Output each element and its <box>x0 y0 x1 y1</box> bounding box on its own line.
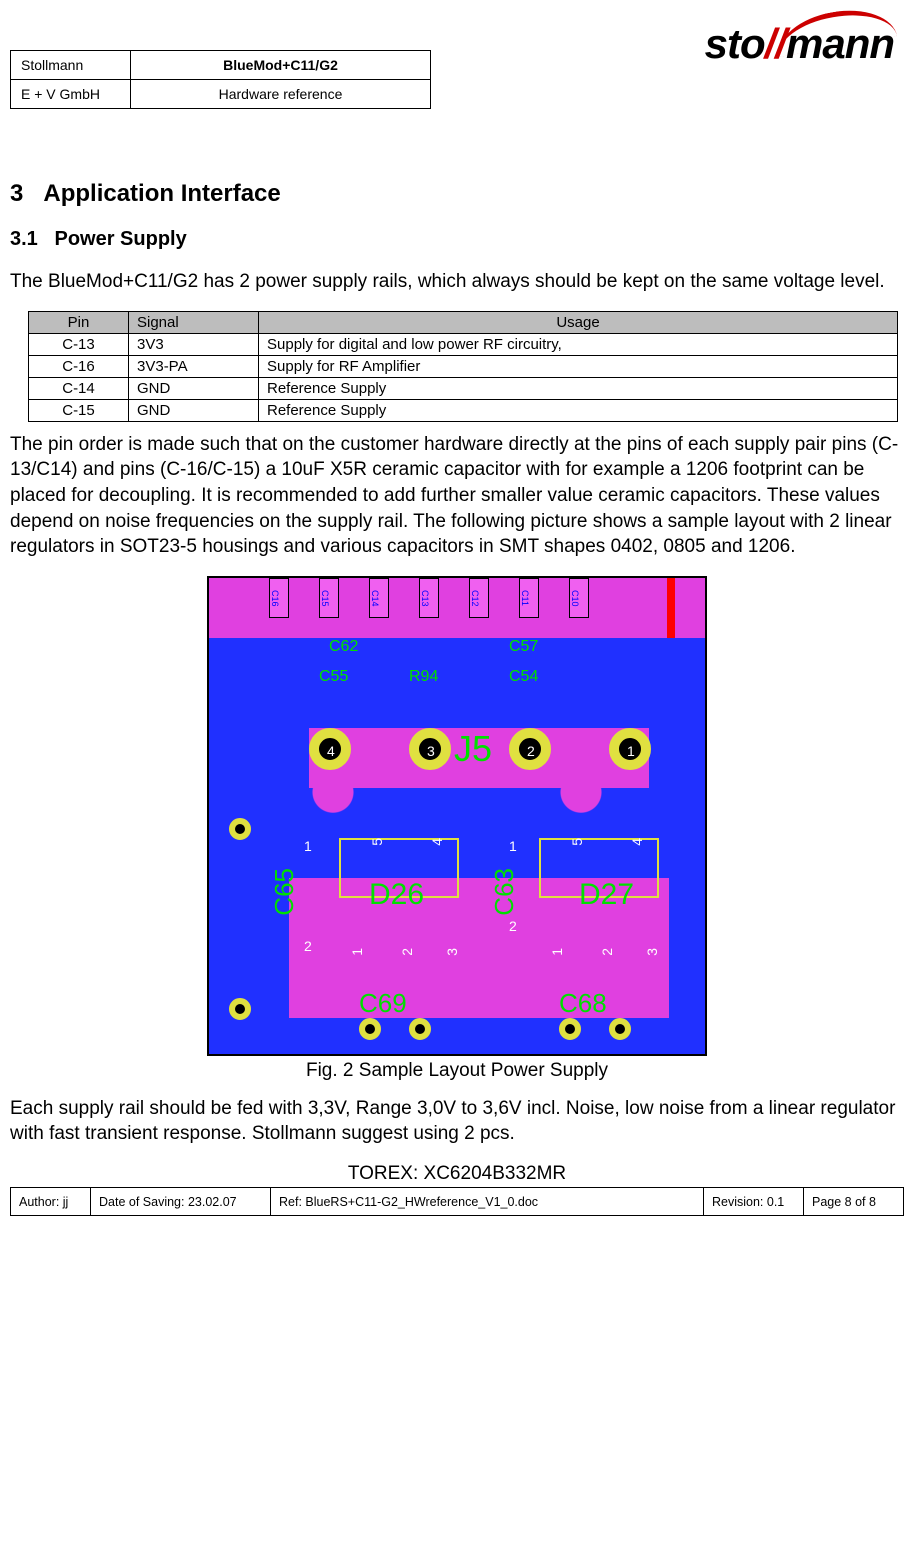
table-header-row: Pin Signal Usage <box>29 311 898 333</box>
footer-date: Date of Saving: 23.02.07 <box>91 1188 271 1216</box>
pin-number: 3 <box>644 948 660 956</box>
pad: C15 <box>319 578 339 618</box>
footer-page: Page 8 of 8 <box>804 1188 904 1216</box>
cap-ref: C69 <box>359 988 407 1019</box>
body-content: 3 Application Interface 3.1 Power Supply… <box>10 0 904 1185</box>
cap-ref: C63 <box>489 868 520 916</box>
figure-caption: Fig. 2 Sample Layout Power Supply <box>10 1060 904 1082</box>
cell-usage: Supply for RF Amplifier <box>259 355 898 377</box>
subsection-heading: 3.1 Power Supply <box>10 228 904 251</box>
cell-usage: Supply for digital and low power RF circ… <box>259 333 898 355</box>
pin-number: 4 <box>327 743 335 759</box>
comp-ref: C54 <box>509 668 538 686</box>
company-cell-1: Stollmann <box>11 51 131 80</box>
comp-ref: C62 <box>329 638 358 656</box>
th-pin: Pin <box>29 311 129 333</box>
product-cell: BlueMod+C11/G2 <box>131 51 431 80</box>
cell-usage: Reference Supply <box>259 399 898 421</box>
footer-author: Author: jj <box>11 1188 91 1216</box>
table-row: C-14 GND Reference Supply <box>29 377 898 399</box>
reg-ref: D26 <box>369 878 424 912</box>
via-icon <box>229 818 251 840</box>
cell-signal: 3V3-PA <box>129 355 259 377</box>
pin-number: 1 <box>509 838 517 854</box>
pin-number: 4 <box>429 838 445 846</box>
subsection-number: 3.1 <box>10 228 38 250</box>
footer-ref: Ref: BlueRS+C11-G2_HWreference_V1_0.doc <box>271 1188 704 1216</box>
section-title: Application Interface <box>43 180 280 207</box>
pad: C12 <box>469 578 489 618</box>
stollmann-logo: sto//mann <box>705 20 894 68</box>
via-icon <box>559 1018 581 1040</box>
cap-ref: C68 <box>559 988 607 1019</box>
pad: C16 <box>269 578 289 618</box>
comp-ref: C55 <box>319 668 348 686</box>
company-cell-2: E + V GmbH <box>11 80 131 109</box>
table-row: C-13 3V3 Supply for digital and low powe… <box>29 333 898 355</box>
subsection-title: Power Supply <box>54 228 186 250</box>
pin-number: 1 <box>349 948 365 956</box>
reg-ref: D27 <box>579 878 634 912</box>
cell-pin: C-13 <box>29 333 129 355</box>
th-signal: Signal <box>129 311 259 333</box>
pin-number: 5 <box>369 838 385 846</box>
via-icon <box>409 1018 431 1040</box>
logo-text-left: sto <box>705 20 765 67</box>
pin-number: 1 <box>304 838 312 854</box>
footer-table: Author: jj Date of Saving: 23.02.07 Ref:… <box>10 1187 904 1216</box>
connector-pad-row: C16 C15 C14 C13 C12 C11 C10 <box>269 578 589 618</box>
cell-pin: C-14 <box>29 377 129 399</box>
pin-table: Pin Signal Usage C-13 3V3 Supply for dig… <box>28 311 898 422</box>
document-page: Stollmann BlueMod+C11/G2 E + V GmbH Hard… <box>0 0 914 1185</box>
pin-number: 3 <box>444 948 460 956</box>
header-table: Stollmann BlueMod+C11/G2 E + V GmbH Hard… <box>10 50 431 109</box>
via-icon <box>359 1018 381 1040</box>
product-name: BlueMod+C11/G2 <box>223 57 338 73</box>
footer-revision: Revision: 0.1 <box>704 1188 804 1216</box>
pin-number: 2 <box>527 743 535 759</box>
pad: C13 <box>419 578 439 618</box>
cell-usage: Reference Supply <box>259 377 898 399</box>
pin-number: 2 <box>509 918 517 934</box>
pad: C10 <box>569 578 589 618</box>
pin-number: 1 <box>627 743 635 759</box>
pad: C11 <box>519 578 539 618</box>
cell-signal: GND <box>129 377 259 399</box>
pin-number: 2 <box>399 948 415 956</box>
part-number: TOREX: XC6204B332MR <box>10 1163 904 1185</box>
paragraph-3: Each supply rail should be fed with 3,3V… <box>10 1096 904 1147</box>
table-row: C-15 GND Reference Supply <box>29 399 898 421</box>
pin-number: 4 <box>629 838 645 846</box>
comp-ref: C57 <box>509 638 538 656</box>
cell-signal: 3V3 <box>129 333 259 355</box>
figure-wrap: C16 C15 C14 C13 C12 C11 C10 C62 C57 C55 … <box>10 576 904 1082</box>
pin-number: 2 <box>599 948 615 956</box>
pcb-layout-image: C16 C15 C14 C13 C12 C11 C10 C62 C57 C55 … <box>207 576 707 1056</box>
intro-paragraph: The BlueMod+C11/G2 has 2 power supply ra… <box>10 269 904 295</box>
pin-number: 3 <box>427 743 435 759</box>
copper-traces <box>209 578 705 1054</box>
section-number: 3 <box>10 180 23 207</box>
paragraph-2: The pin order is made such that on the c… <box>10 432 904 560</box>
th-usage: Usage <box>259 311 898 333</box>
cap-ref: C65 <box>269 868 300 916</box>
pin-number: 1 <box>549 948 565 956</box>
pin-number: 5 <box>569 838 585 846</box>
via-icon <box>229 998 251 1020</box>
table-row: C-16 3V3-PA Supply for RF Amplifier <box>29 355 898 377</box>
cell-signal: GND <box>129 399 259 421</box>
cell-pin: C-15 <box>29 399 129 421</box>
section-heading: 3 Application Interface <box>10 180 904 208</box>
via-icon <box>609 1018 631 1040</box>
comp-ref: R94 <box>409 668 438 686</box>
header-ref: J5 <box>454 728 492 770</box>
doctype-cell: Hardware reference <box>131 80 431 109</box>
cell-pin: C-16 <box>29 355 129 377</box>
pad: C14 <box>369 578 389 618</box>
red-trace-icon <box>667 578 675 638</box>
pin-number: 2 <box>304 938 312 954</box>
